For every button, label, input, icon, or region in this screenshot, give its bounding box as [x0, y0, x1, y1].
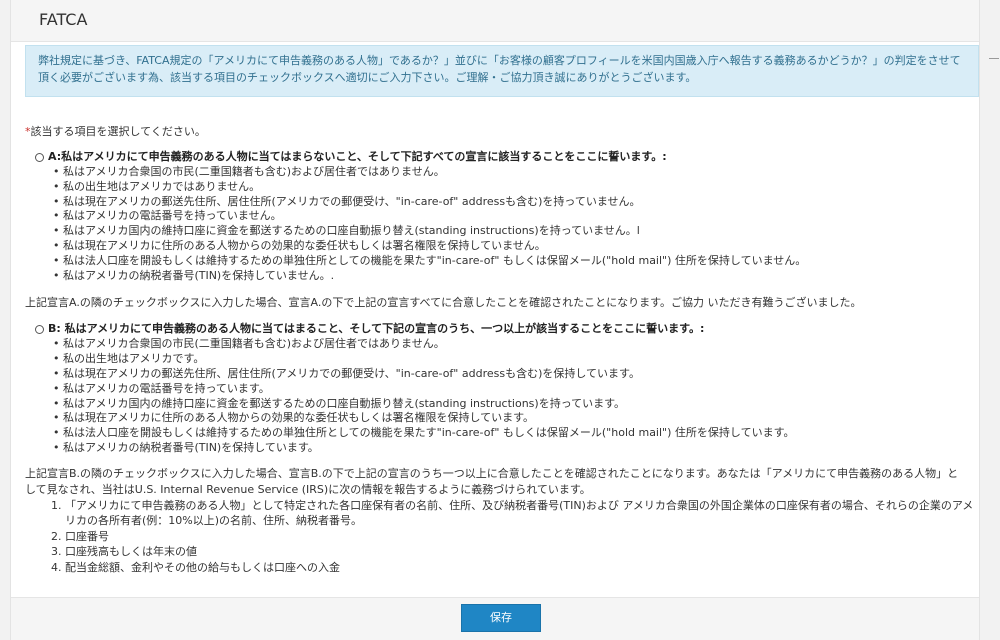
list-item: 私はアメリカの納税者番号(TIN)を保持していません。.: [53, 269, 975, 284]
list-item: 私は現在アメリカの郵送先住所、居住住所(アメリカでの郵便受け、"in-care-…: [53, 367, 975, 382]
list-item: 2. 口座番号: [51, 529, 975, 545]
option-a-confirmation: 上記宣言A.の隣のチェックボックスに入力した場合、宣言A.の下で上記の宣言すべて…: [25, 296, 862, 310]
option-b-list: 私はアメリカ合衆国の市民(二重国籍者も含む)および居住者ではありません。 私の出…: [53, 337, 975, 455]
list-item-number: 4.: [51, 560, 62, 574]
list-item: 私は法人口座を開設もしくは維持するための単独住所としての機能を果たす"in-ca…: [53, 254, 975, 269]
option-a: A:私はアメリカにて申告義務のある人物に当てはまらないこと、そして下記すべての宣…: [35, 150, 975, 283]
list-item: 私は法人口座を開設もしくは維持するための単独住所としての機能を果たす"in-ca…: [53, 426, 975, 441]
list-item: 私はアメリカ合衆国の市民(二重国籍者も含む)および居住者ではありません。: [53, 165, 975, 180]
option-b-label[interactable]: B: 私はアメリカにて申告義務のある人物に当てはまること、そして下記の宣言のうち…: [48, 322, 704, 336]
list-item: 私の出生地はアメリカです。: [53, 352, 975, 367]
list-item-text: 「アメリカにて申告義務のある人物」として特定された各口座保有者の名前、住所、及び…: [65, 498, 974, 528]
list-item-text: 口座残高もしくは年末の値: [65, 545, 197, 559]
panel-header: FATCA: [11, 0, 979, 42]
panel-footer: 保存: [11, 597, 979, 640]
option-a-label[interactable]: A:私はアメリカにて申告義務のある人物に当てはまらないこと、そして下記すべての宣…: [48, 150, 667, 164]
save-button[interactable]: 保存: [461, 604, 541, 632]
list-item-text: 口座番号: [65, 529, 109, 543]
list-item: 私はアメリカの電話番号を持っています。: [53, 382, 975, 397]
option-a-radio[interactable]: [35, 152, 44, 162]
list-item-text: 配当金総額、金利やその他の給与もしくは口座への入金: [65, 560, 340, 574]
option-b-row[interactable]: B: 私はアメリカにて申告義務のある人物に当てはまること、そして下記の宣言のうち…: [35, 322, 975, 336]
option-b-radio[interactable]: [35, 324, 44, 334]
option-b-confirmation: 上記宣言B.の隣のチェックボックスに入力した場合、宣言B.の下で上記の宣言のうち…: [25, 466, 959, 496]
list-item-number: 2.: [51, 529, 62, 543]
option-b: B: 私はアメリカにて申告義務のある人物に当てはまること、そして下記の宣言のうち…: [35, 322, 975, 456]
list-item: 私の出生地はアメリカではありません。: [53, 180, 975, 195]
panel-title: FATCA: [39, 10, 88, 29]
list-item: 1. 「アメリカにて申告義務のある人物」として特定された各口座保有者の名前、住所、…: [51, 498, 975, 529]
list-item-number: 3.: [51, 545, 62, 559]
fatca-panel: FATCA 弊社規定に基づき、FATCA規定の「アメリカにて申告義務のある人物」…: [10, 0, 980, 640]
scrollbar-marker: [989, 58, 999, 59]
list-item: 私は現在アメリカに住所のある人物からの効果的な委任状もしくは署名権限を保持してい…: [53, 239, 975, 254]
reported-info-list: 1. 「アメリカにて申告義務のある人物」として特定された各口座保有者の名前、住所、…: [51, 498, 975, 576]
list-item: 私はアメリカ国内の維持口座に資金を郵送するための口座自動振り替え(standin…: [53, 224, 975, 239]
option-a-row[interactable]: A:私はアメリカにて申告義務のある人物に当てはまらないこと、そして下記すべての宣…: [35, 150, 975, 164]
list-item-number: 1.: [51, 498, 62, 512]
info-notice-text: 弊社規定に基づき、FATCA規定の「アメリカにて申告義務のある人物」であるか？」…: [38, 54, 961, 84]
fatca-form: *該当する項目を選択してください。 A:私はアメリカにて申告義務のある人物に当て…: [25, 125, 975, 575]
page-scrollbar[interactable]: [982, 0, 1000, 640]
prompt-text: 該当する項目を選択してください。: [30, 125, 206, 138]
list-item: 私はアメリカの電話番号を持っていません。: [53, 209, 975, 224]
list-item: 私はアメリカ国内の維持口座に資金を郵送するための口座自動振り替え(standin…: [53, 397, 975, 412]
form-prompt: *該当する項目を選択してください。: [25, 125, 975, 139]
list-item: 3. 口座残高もしくは年末の値: [51, 544, 975, 560]
list-item: 私はアメリカ合衆国の市民(二重国籍者も含む)および居住者ではありません。: [53, 337, 975, 352]
list-item: 私はアメリカの納税者番号(TIN)を保持しています。: [53, 441, 975, 456]
option-a-list: 私はアメリカ合衆国の市民(二重国籍者も含む)および居住者ではありません。 私の出…: [53, 165, 975, 283]
list-item: 私は現在アメリカに住所のある人物からの効果的な委任状もしくは署名権限を保持してい…: [53, 411, 975, 426]
list-item: 私は現在アメリカの郵送先住所、居住住所(アメリカでの郵便受け、"in-care-…: [53, 195, 975, 210]
info-notice: 弊社規定に基づき、FATCA規定の「アメリカにて申告義務のある人物」であるか？」…: [25, 45, 979, 97]
list-item: 4. 配当金総額、金利やその他の給与もしくは口座への入金: [51, 560, 975, 576]
